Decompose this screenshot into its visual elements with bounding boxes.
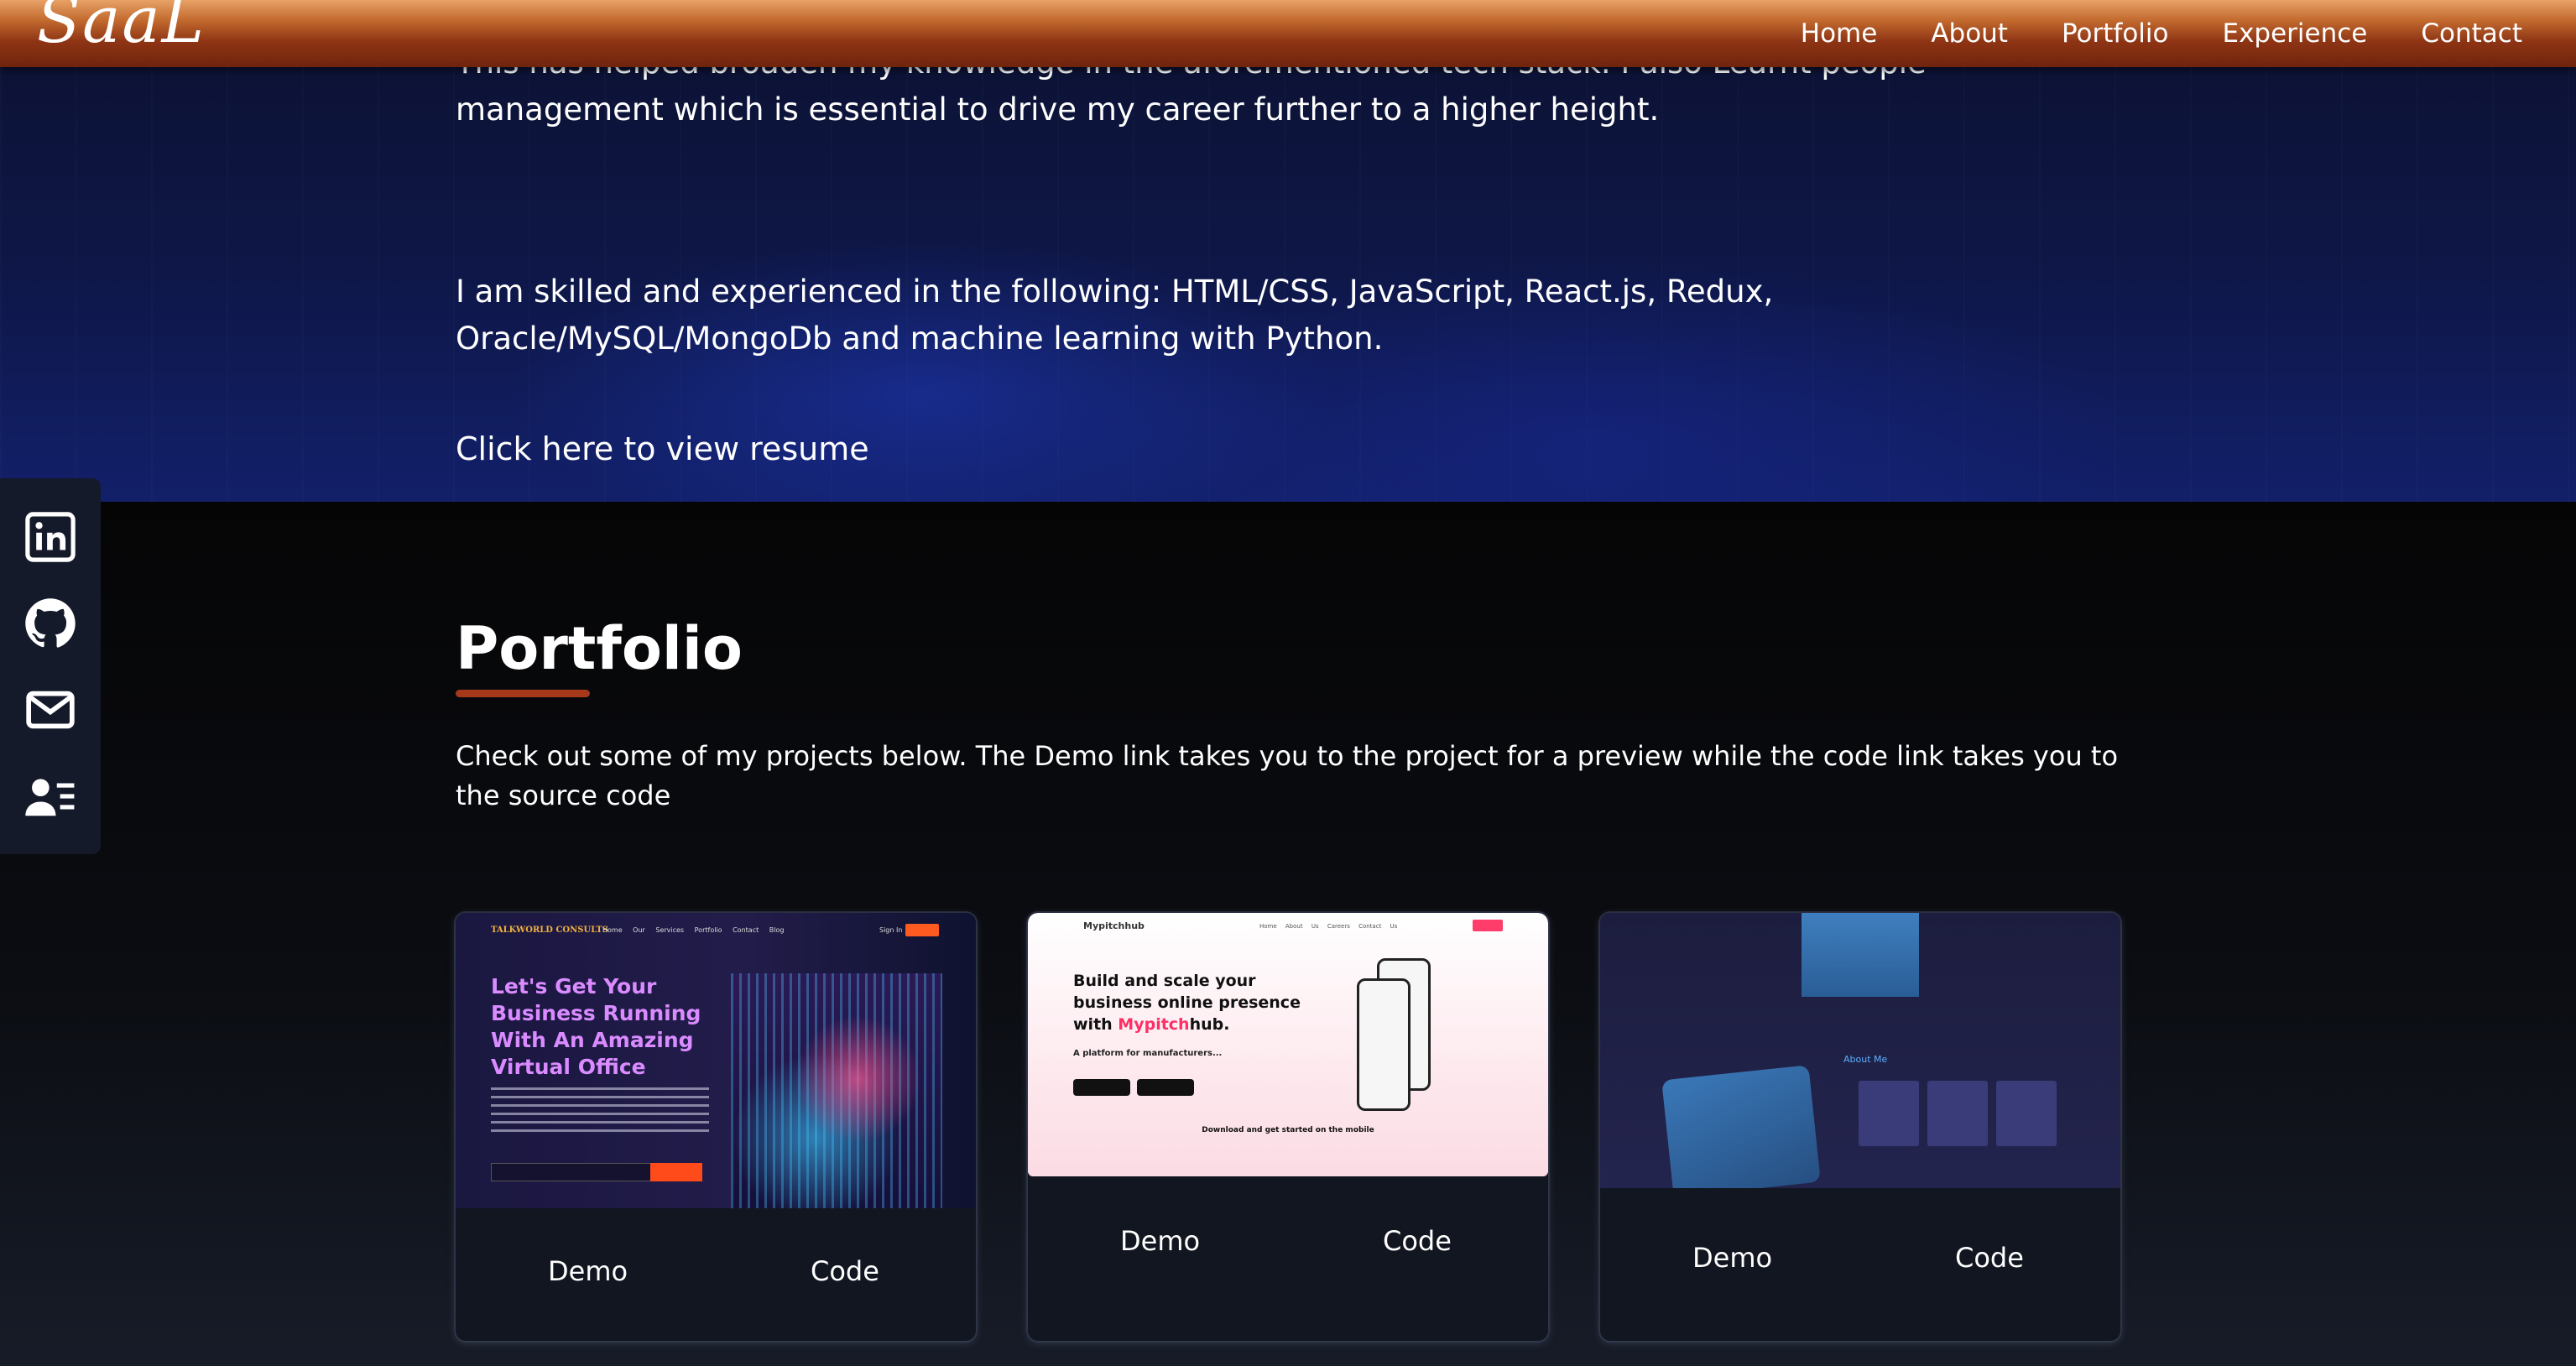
demo-button[interactable]: Demo [548,1255,628,1287]
app-store-badge [1073,1079,1130,1096]
site-header: SaaL Home About Portfolio Experience Con… [0,0,2576,67]
site-logo[interactable]: SaaL [37,0,206,52]
preview-subtitle: A platform for manufacturers... [1073,1049,1223,1058]
project-card: About Me Demo Code [1600,913,2120,1341]
preview-profile-photo [1661,1065,1821,1188]
project-card: Mypitchhub Home About Us Careers Contact… [1028,913,1548,1341]
preview-hero-image [731,973,942,1208]
linkedin-icon [25,511,76,562]
code-button[interactable]: Code [1383,1225,1452,1257]
preview-stat-box [1927,1081,1988,1146]
view-resume-link[interactable]: Click here to view resume [456,430,869,467]
preview-phone-mockup [1357,978,1411,1111]
project-screenshot: TALKWORLD CONSULTS Home Our Services Por… [456,913,976,1208]
social-sidebar [0,478,101,854]
email-link[interactable] [24,684,76,736]
nav-contact-link[interactable]: Contact [2421,18,2522,49]
mail-icon [26,691,75,728]
preview-stat-box [1859,1081,1919,1146]
nav-home-link[interactable]: Home [1801,18,1878,49]
portfolio-description: Check out some of my projects below. The… [456,740,2119,811]
nav-about-link[interactable]: About [1931,18,2008,49]
project-screenshot: Mypitchhub Home About Us Careers Contact… [1028,913,1548,1176]
preview-brand: TALKWORLD CONSULTS [491,925,609,935]
preview-brand: Mypitchhub [1083,920,1145,931]
preview-nav: Home About Us Careers Contact Us [1259,923,1398,930]
code-button[interactable]: Code [1955,1242,2024,1274]
portfolio-title: Portfolio [456,614,743,683]
resume-link[interactable] [24,770,76,822]
project-screenshot: About Me [1600,913,2120,1188]
preview-signup-button [905,924,939,936]
nav-experience-link[interactable]: Experience [2223,18,2368,49]
preview-sign-in: Sign In [879,926,903,934]
portfolio-section: Portfolio Check out some of my projects … [0,502,2576,1366]
linkedin-link[interactable] [24,511,76,563]
preview-footer-text: Download and get started on the mobile [1202,1126,1374,1134]
about-section: This has helped broaden my knowledge in … [0,0,2576,502]
preview-get-started-button [650,1163,702,1181]
github-icon [25,597,76,648]
title-underline [456,690,590,697]
main-nav: Home About Portfolio Experience Contact [1801,0,2522,67]
preview-headline: Let's Get Your Business Running With An … [491,974,701,1079]
resume-icon [25,778,75,816]
preview-headline: Build and scale your business online pre… [1073,970,1325,1035]
preview-body-text [491,1087,709,1138]
project-card: TALKWORLD CONSULTS Home Our Services Por… [456,913,976,1341]
demo-button[interactable]: Demo [1120,1225,1200,1257]
demo-button[interactable]: Demo [1692,1242,1772,1274]
google-play-badge [1137,1079,1194,1096]
code-button[interactable]: Code [811,1255,879,1287]
preview-signup-button [1473,920,1503,931]
github-link[interactable] [24,597,76,649]
about-paragraph-skills: I am skilled and experienced in the foll… [456,274,1774,357]
preview-nav: Home Our Services Portfolio Contact Blog [602,926,785,934]
preview-headline-suffix: hub. [1189,1015,1230,1034]
preview-stat-box [1996,1081,2057,1146]
nav-portfolio-link[interactable]: Portfolio [2062,18,2169,49]
preview-profile-photo [1802,913,1919,997]
preview-about-label: About Me [1843,1054,1888,1065]
preview-headline-highlight: Mypitch [1118,1015,1190,1034]
